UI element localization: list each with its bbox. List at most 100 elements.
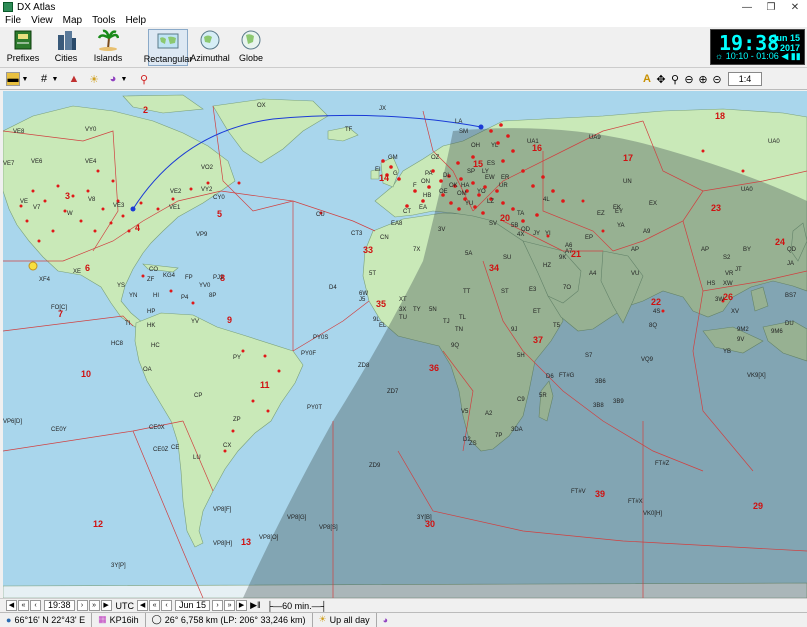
layers-dropdown-icon[interactable]: ▼: [21, 72, 29, 86]
prefix-label: ZD8: [358, 363, 370, 369]
prefix-label: UN: [623, 179, 632, 185]
prefixes-button[interactable]: Prefixes: [6, 29, 40, 66]
prefix-label: 5H: [517, 353, 525, 359]
islands-button[interactable]: Islands: [91, 29, 125, 66]
date-first-button[interactable]: ◀: [137, 600, 149, 611]
rainbow-status-icon: ◕: [382, 614, 389, 625]
prefix-label: VR: [725, 271, 734, 277]
time-control-bar: ◀ « ‹ 19:38 › » ▶ UTC ◀ « ‹ Jun 15 › » ▶…: [0, 598, 807, 612]
prefix-label: CN: [380, 235, 389, 241]
date-forward-button[interactable]: ›: [212, 600, 224, 611]
prefix-label: 3B8: [593, 403, 604, 409]
utc-label: UTC: [115, 600, 135, 611]
time-first-button[interactable]: ◀: [6, 600, 17, 611]
prefix-label: 3Y[B]: [417, 515, 432, 521]
prefix-label: ZF: [147, 277, 155, 283]
prefix-label: PJ2: [213, 275, 224, 281]
minimize-icon[interactable]: —: [735, 0, 759, 14]
menu-tools[interactable]: Tools: [87, 15, 120, 26]
pushpin-icon[interactable]: ⚲: [137, 72, 151, 86]
date-forward-fast-button[interactable]: »: [224, 600, 236, 611]
prefix-label: 3DA: [511, 427, 523, 433]
cities-button[interactable]: Cities: [49, 29, 83, 66]
prefix-label: C9: [517, 397, 525, 403]
prefix-label: DU: [785, 321, 794, 327]
window-controls: — ❐ ✕: [735, 0, 807, 14]
bell-icon[interactable]: ▲: [67, 72, 81, 86]
date-back-button[interactable]: ‹: [161, 600, 173, 611]
rainbow-dropdown-icon[interactable]: ▼: [120, 72, 128, 86]
menu-view[interactable]: View: [26, 15, 58, 26]
prefix-label: YV: [191, 319, 199, 325]
time-forward-button[interactable]: ›: [76, 600, 88, 611]
prefix-label: HP: [147, 309, 155, 315]
zoom-in-icon[interactable]: ⊕: [696, 72, 710, 86]
prefix-label: HA: [461, 183, 469, 189]
date-field[interactable]: Jun 15: [175, 600, 211, 611]
zoom-fit-icon[interactable]: ⊝: [710, 72, 724, 86]
zone-label-36: 36: [429, 363, 439, 373]
grid-dropdown-icon[interactable]: ▼: [51, 72, 59, 86]
zoom-level-field[interactable]: 1:4: [728, 72, 762, 86]
prefix-label: 7X: [413, 247, 420, 253]
zoom-out-icon[interactable]: ⊖: [682, 72, 696, 86]
time-field[interactable]: 19:38: [44, 600, 75, 611]
prefix-label: TY: [413, 307, 421, 313]
rectangular-view-button[interactable]: Rectangular: [144, 29, 192, 66]
time-back-fast-button[interactable]: «: [18, 600, 29, 611]
menu-map[interactable]: Map: [58, 15, 87, 26]
azimuthal-view-button[interactable]: Azimuthal: [190, 29, 230, 66]
prefix-label: PY0F: [301, 351, 316, 357]
step-slider[interactable]: ├—: [267, 601, 282, 611]
zone-label-21: 21: [571, 249, 581, 259]
prefix-label: YL: [491, 143, 499, 149]
prefix-label: HZ: [543, 263, 551, 269]
prefix-label: OH: [471, 143, 480, 149]
prefix-label: ZP: [233, 417, 241, 423]
zone-label-3: 3: [65, 191, 70, 201]
prefix-label: 5T: [369, 271, 376, 277]
time-last-button[interactable]: ▶: [100, 600, 112, 611]
status-sun: ☀ Up all day: [313, 612, 377, 627]
time-back-button[interactable]: ‹: [30, 600, 41, 611]
rainbow-icon[interactable]: ◕: [106, 72, 120, 86]
prefix-label: SP: [467, 169, 475, 175]
prefix-label: 9M6: [771, 329, 783, 335]
prefix-label: ZD9: [369, 463, 381, 469]
cities-icon: [58, 31, 76, 50]
prefix-label: HC: [151, 343, 160, 349]
prefix-label: XV: [731, 309, 739, 315]
zone-label-23: 23: [711, 203, 721, 213]
prefix-label: VU: [631, 271, 639, 277]
globe-view-button[interactable]: Globe: [236, 29, 266, 66]
date-last-button[interactable]: ▶: [236, 600, 248, 611]
close-icon[interactable]: ✕: [783, 0, 807, 14]
menu-file[interactable]: File: [0, 15, 26, 26]
prefix-label: CE0Z: [153, 447, 169, 453]
grid-icon[interactable]: #: [37, 72, 51, 86]
world-map[interactable]: 2 3 4 5 6 7 8 9 10 11 12 13 14 15 16 17 …: [3, 91, 807, 598]
zone-label-2: 2: [143, 105, 148, 115]
prefix-label: PY0T: [307, 405, 322, 411]
prefix-label: OE: [439, 189, 448, 195]
time-forward-fast-button[interactable]: »: [88, 600, 100, 611]
layers-icon[interactable]: ▬: [6, 72, 20, 86]
text-label-icon[interactable]: A: [640, 72, 654, 86]
home-location-marker[interactable]: [130, 206, 136, 212]
play-icon[interactable]: ▶‖: [250, 600, 261, 611]
pan-icon[interactable]: ✥: [654, 72, 668, 86]
prefix-label: YN: [129, 293, 137, 299]
prefix-label: 3B6: [595, 379, 606, 385]
menu-help[interactable]: Help: [120, 15, 151, 26]
date-back-fast-button[interactable]: «: [149, 600, 161, 611]
prefix-label: FT#V: [571, 489, 586, 495]
sun-toggle-icon[interactable]: ☀: [87, 72, 101, 86]
palm-tree-icon: [97, 29, 119, 51]
status-coordinates: ● 66°16' N 22°43' E: [0, 612, 93, 627]
prefix-label: 8Q: [649, 323, 657, 329]
map-canvas[interactable]: 2 3 4 5 6 7 8 9 10 11 12 13 14 15 16 17 …: [3, 91, 807, 598]
target-location-marker[interactable]: [478, 124, 484, 130]
maximize-icon[interactable]: ❐: [759, 0, 783, 14]
zoom-icon[interactable]: ⚲: [668, 72, 682, 86]
prefix-label: 5A: [465, 251, 472, 257]
